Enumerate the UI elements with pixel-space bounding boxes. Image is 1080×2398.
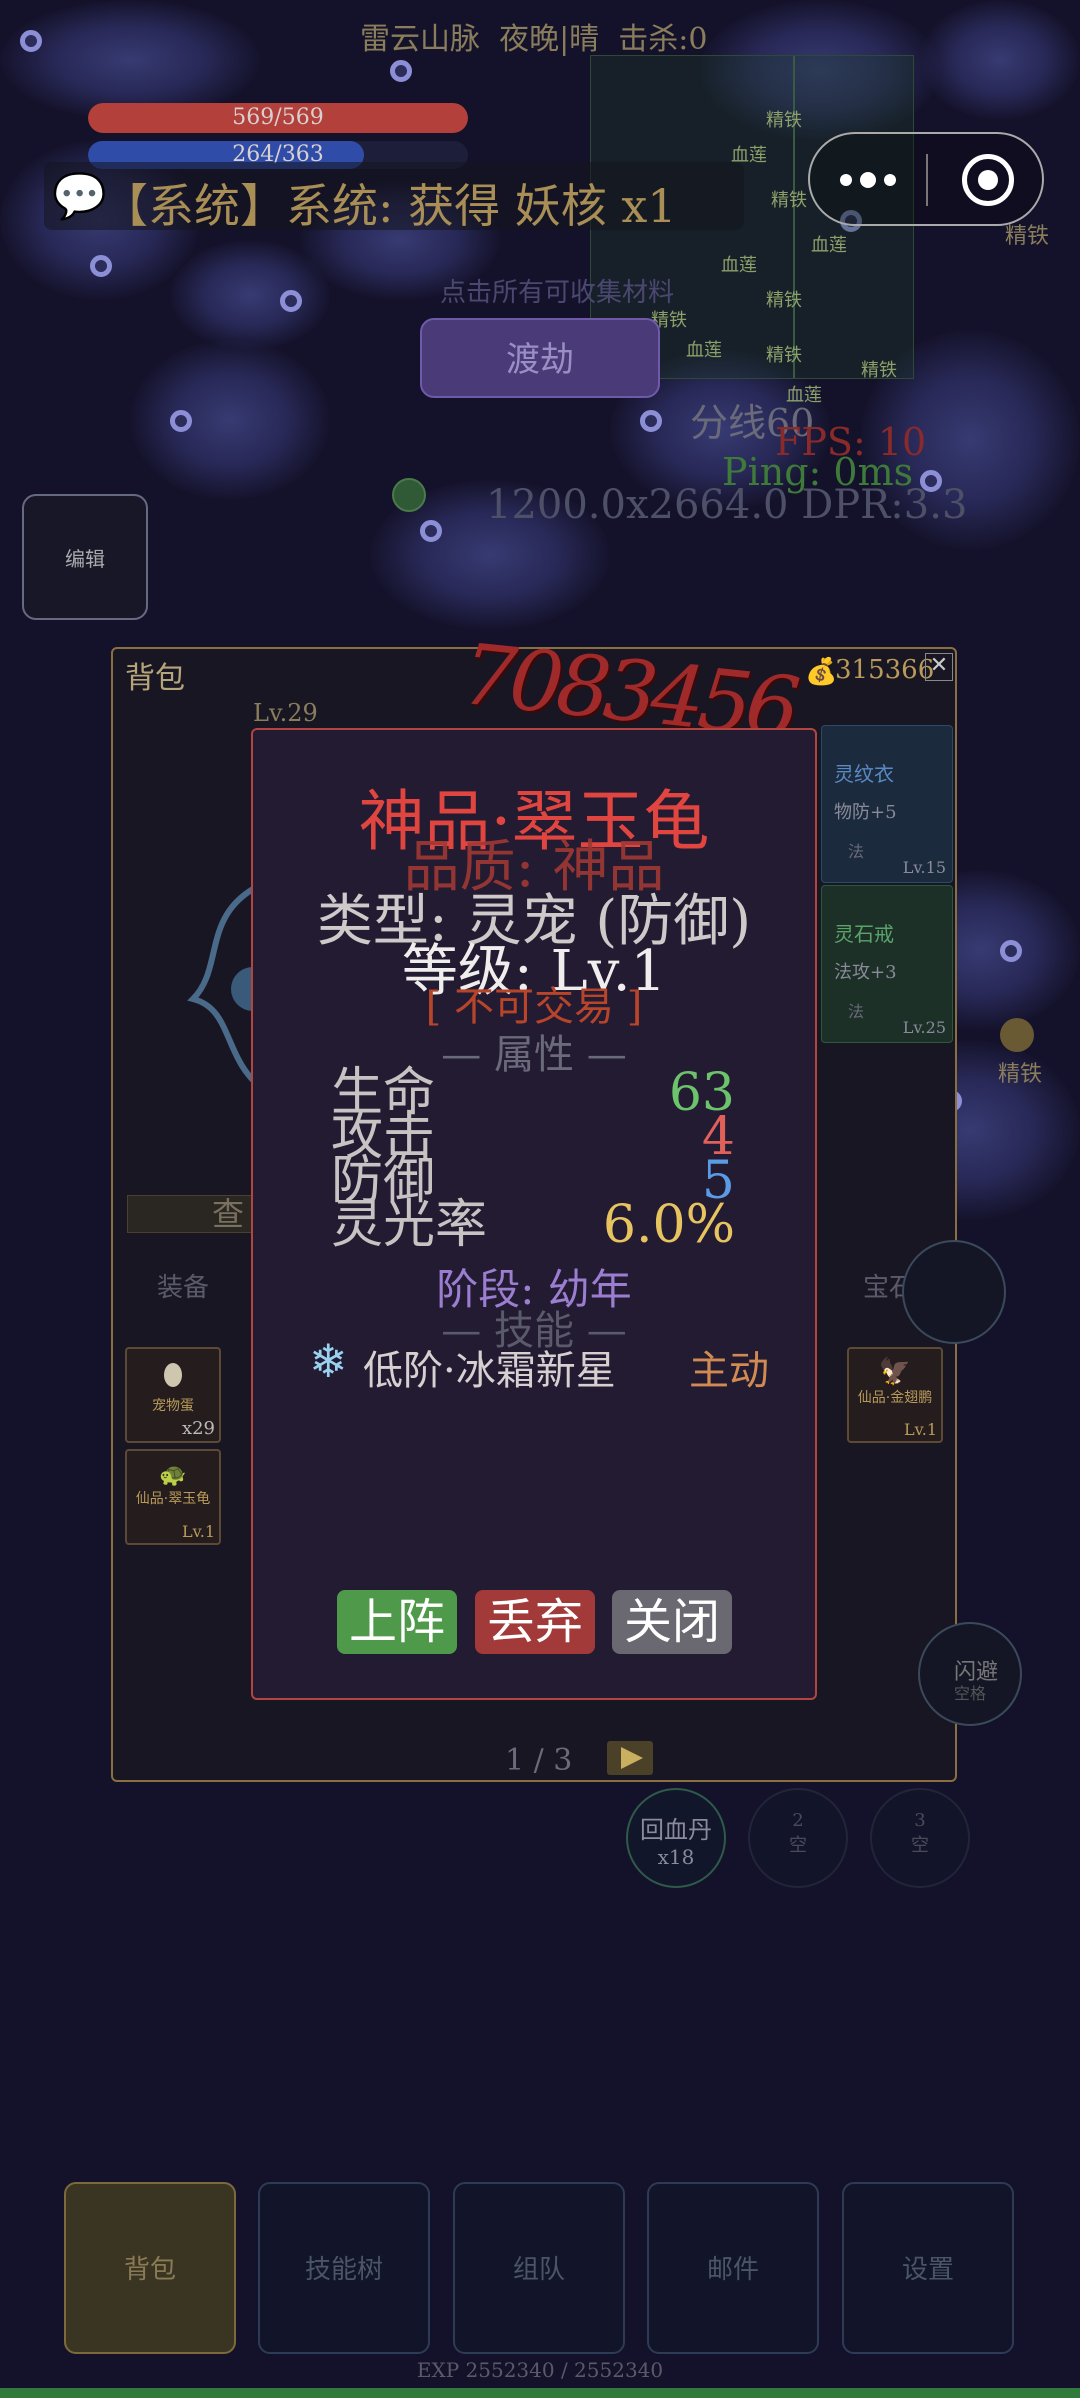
minimap-label: 精铁 (861, 360, 897, 381)
hp-text: 569/569 (232, 105, 324, 130)
minimap-label: 精铁 (766, 110, 802, 131)
skill-button-partial[interactable] (902, 1240, 1006, 1344)
slot-count: Lv.1 (181, 1522, 215, 1541)
nav-tab-mail[interactable]: 邮件 (647, 2182, 819, 2354)
discard-button[interactable]: 丢弃 (475, 1590, 595, 1654)
quickslot-hp-potion[interactable]: 回血丹 x18 (626, 1788, 726, 1888)
system-message-text: 【系统】系统: 获得 妖核 x1 (102, 179, 677, 233)
item-level: Lv.25 (902, 1018, 946, 1037)
minimap-label: 精铁 (771, 190, 807, 211)
item-name: 灵石戒 (834, 922, 894, 946)
iron-ore-label[interactable]: 精铁 (1005, 218, 1049, 250)
exp-bar (0, 2388, 1080, 2398)
minimap-divider (793, 56, 795, 378)
page-indicator: 1 / 3 (505, 1743, 573, 1778)
capsule-divider (926, 154, 928, 206)
snowflake-icon: ❄ (309, 1334, 348, 1388)
deploy-button[interactable]: 上阵 (337, 1590, 457, 1654)
slot-name: 仙品·金翅鹏 (857, 1390, 933, 1406)
egg-icon (164, 1363, 182, 1387)
item-level: Lv.15 (902, 858, 946, 877)
inventory-slot-golden-roc[interactable]: 🦅 仙品·金翅鹏 Lv.1 (847, 1347, 943, 1443)
minimap-label: 精铁 (766, 290, 802, 311)
edit-button[interactable]: 编辑 (22, 494, 148, 620)
equipment-card[interactable]: 灵纹衣 物防+5 法 Lv.15 (821, 725, 953, 883)
gold-amount: 315366 (835, 655, 935, 685)
quickslot-sub: 空 (789, 1835, 807, 1856)
miniprogram-capsule (808, 132, 1044, 226)
quickslot-label: 3 (914, 1810, 926, 1831)
minimap-label: 血莲 (811, 235, 847, 256)
gold-bag-icon: 💰 (805, 657, 838, 687)
slot-name: 仙品·翠玉龟 (135, 1491, 211, 1507)
nav-tab-backpack[interactable]: 背包 (64, 2182, 236, 2354)
character-level: Lv.29 (253, 699, 318, 727)
attr-value-aura-rate: 6.0% (602, 1195, 735, 1255)
chat-bubble-icon: 💬 (52, 171, 107, 222)
turtle-icon: 🐢 (159, 1463, 187, 1488)
quickslot-sub: x18 (657, 1845, 695, 1869)
play-icon (621, 1747, 643, 1769)
item-tag: 法 (848, 1002, 865, 1021)
tribulation-button[interactable]: 渡劫 (420, 318, 660, 398)
pet-detail-dialog: 神品·翠玉龟 品质: 神品 类型: 灵宠 (防御) 等级: Lv.1 [ 不可交… (251, 728, 817, 1700)
nav-tab-team[interactable]: 组队 (453, 2182, 625, 2354)
resolution-text: 1200.0x2664.0 DPR:3.3 (486, 482, 968, 528)
close-miniprogram-icon[interactable] (962, 154, 1014, 206)
quickslot-2[interactable]: 2 空 (748, 1788, 848, 1888)
attr-label-aura-rate: 灵光率 (331, 1195, 488, 1255)
quickslot-3[interactable]: 3 空 (870, 1788, 970, 1888)
dodge-sub: 空格 (954, 1684, 987, 1703)
item-stat: 法攻+3 (834, 962, 897, 983)
skill-row[interactable]: ❄ 低阶·冰霜新星 主动 (309, 1334, 769, 1394)
hp-bar: 569/569 (88, 103, 468, 133)
skill-type: 主动 (689, 1348, 769, 1394)
system-message-bar: 💬 【系统】系统: 获得 妖核 x1 (44, 162, 744, 233)
minimap-label: 精铁 (766, 345, 802, 366)
dodge-button[interactable]: 闪避 空格 (918, 1622, 1022, 1726)
slot-name: 宠物蛋 (152, 1398, 194, 1414)
slot-count: x29 (181, 1418, 215, 1439)
quickslot-label: 2 (792, 1810, 804, 1831)
close-icon[interactable]: ✕ (925, 653, 953, 681)
backpack-title: 背包 (125, 661, 185, 696)
next-page-button[interactable] (607, 1741, 653, 1775)
item-tag: 法 (848, 842, 865, 861)
slot-count: Lv.1 (903, 1420, 937, 1439)
skill-name: 低阶·冰霜新星 (363, 1348, 616, 1394)
inventory-slot-pet-egg[interactable]: 宠物蛋 x29 (125, 1347, 221, 1443)
inventory-slot-jade-turtle[interactable]: 🐢 仙品·翠玉龟 Lv.1 (125, 1449, 221, 1545)
nav-tab-settings[interactable]: 设置 (842, 2182, 1014, 2354)
exp-text: EXP 2552340 / 2552340 (416, 2358, 664, 2382)
nav-tab-skill-tree[interactable]: 技能树 (258, 2182, 430, 2354)
eagle-icon: 🦅 (878, 1357, 912, 1387)
close-button[interactable]: 关闭 (612, 1590, 732, 1654)
equipment-card[interactable]: 灵石戒 法攻+3 法 Lv.25 (821, 885, 953, 1043)
iron-ore-label[interactable]: 精铁 (998, 1056, 1042, 1088)
minimap-label: 血莲 (721, 255, 757, 276)
location-weather-text: 雷云山脉 夜晚|晴 击杀:0 (360, 22, 708, 57)
iron-ore-icon[interactable] (1000, 1018, 1034, 1052)
tab-equipment[interactable]: 装备 (157, 1267, 209, 1304)
item-stat: 物防+5 (834, 802, 897, 823)
item-name: 灵纹衣 (834, 762, 894, 786)
minimap-label: 血莲 (686, 340, 722, 361)
quickslot-label: 回血丹 (640, 1816, 712, 1844)
player-icon (392, 478, 426, 512)
quickslot-sub: 空 (911, 1835, 929, 1856)
collect-hint: 点击所有可收集材料 (440, 278, 675, 308)
more-icon[interactable] (840, 162, 900, 198)
